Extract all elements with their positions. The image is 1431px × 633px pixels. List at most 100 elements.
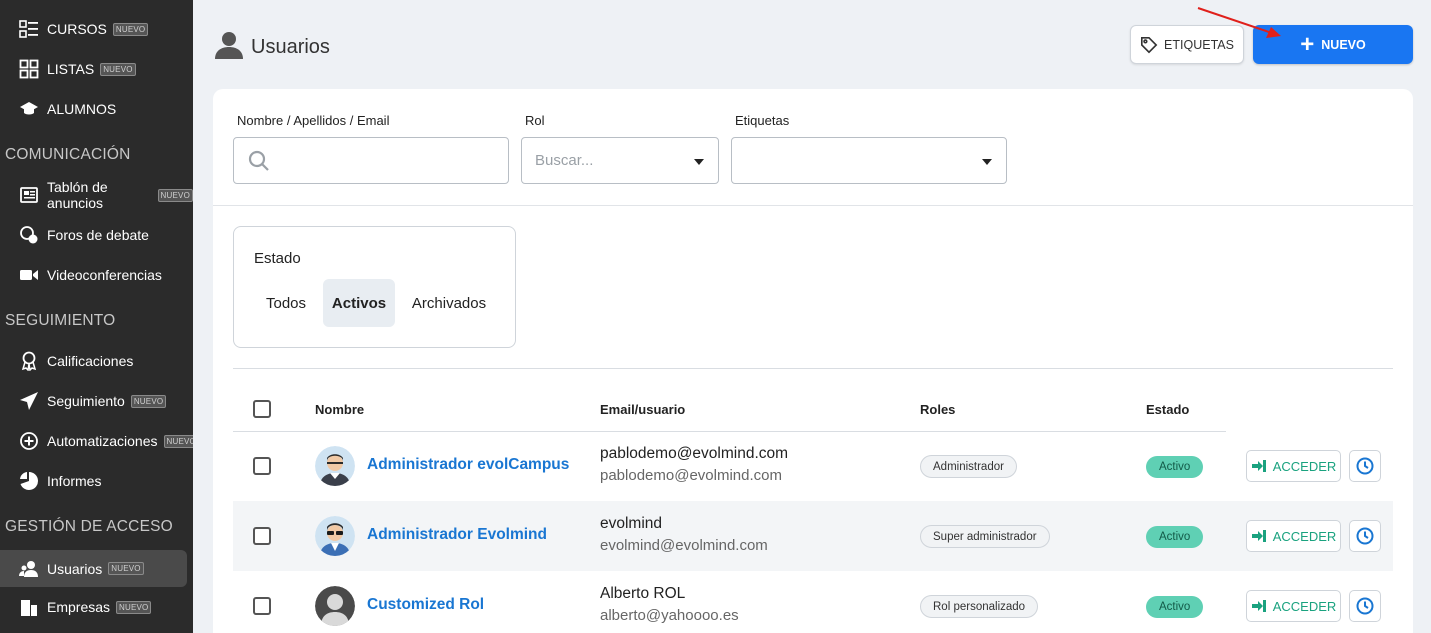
avatar xyxy=(315,586,355,626)
estado-option-activos[interactable]: Activos xyxy=(323,279,395,327)
acceder-button-label: ACCEDER xyxy=(1272,458,1337,474)
history-button[interactable] xyxy=(1349,520,1381,552)
estado-option-todos[interactable]: Todos xyxy=(254,279,318,327)
rol-select[interactable]: Buscar... xyxy=(521,137,719,184)
section-seguimiento: SEGUIMIENTO xyxy=(5,312,116,329)
sidebar-item-label: Automatizaciones xyxy=(47,433,158,449)
sidebar-item-automatizaciones[interactable]: Automatizaciones NUEVO xyxy=(0,423,193,459)
column-header-estado[interactable]: Estado xyxy=(1146,402,1189,417)
estado-option-archivados[interactable]: Archivados xyxy=(400,279,498,327)
sidebar-item-listas[interactable]: LISTAS NUEVO xyxy=(0,51,193,87)
user-name-link[interactable]: Customized Rol xyxy=(367,596,484,614)
new-badge: NUEVO xyxy=(112,22,149,36)
search-icon xyxy=(247,149,271,178)
sign-in-icon xyxy=(1251,600,1266,612)
new-badge: NUEVO xyxy=(130,394,167,408)
etiquetas-select[interactable] xyxy=(731,137,1007,184)
sidebar-item-label: Usuarios xyxy=(47,560,103,577)
rol-select-placeholder: Buscar... xyxy=(535,152,594,169)
new-badge: NUEVO xyxy=(108,562,144,575)
page-title-text: Usuarios xyxy=(251,36,330,58)
sidebar: CURSOS NUEVO LISTAS NUEVO ALUMNOS COMUNI… xyxy=(0,0,193,633)
caret-down-icon xyxy=(982,159,992,165)
etiquetas-button[interactable]: ETIQUETAS xyxy=(1130,25,1244,64)
etiquetas-filter-label: Etiquetas xyxy=(735,113,790,128)
acceder-button-label: ACCEDER xyxy=(1272,598,1337,614)
users-icon xyxy=(19,559,39,579)
avatar xyxy=(315,446,355,486)
avatar xyxy=(315,516,355,556)
column-header-roles[interactable]: Roles xyxy=(920,402,955,417)
user-email-secondary: alberto@yahoooo.es xyxy=(600,607,739,624)
section-comunicacion: COMUNICACIÓN xyxy=(5,146,131,163)
sidebar-item-usuarios[interactable]: Usuarios NUEVO xyxy=(0,550,187,587)
rol-filter-label: Rol xyxy=(525,113,545,128)
sidebar-item-label: LISTAS xyxy=(47,61,95,77)
clock-icon xyxy=(1356,527,1374,545)
sidebar-item-videoconferencias[interactable]: Videoconferencias xyxy=(0,257,193,293)
column-header-nombre[interactable]: Nombre xyxy=(315,402,364,417)
history-button[interactable] xyxy=(1349,450,1381,482)
row-checkbox[interactable] xyxy=(253,457,271,475)
history-button[interactable] xyxy=(1349,590,1381,622)
acceder-button[interactable]: ACCEDER xyxy=(1246,450,1341,482)
grid-icon xyxy=(19,59,39,79)
user-email: pablodemo@evolmind.com xyxy=(600,445,789,462)
sidebar-item-label: Foros de debate xyxy=(47,227,149,243)
select-all-checkbox[interactable] xyxy=(253,400,271,418)
sidebar-item-label: Seguimiento xyxy=(47,393,125,409)
acceder-button[interactable]: ACCEDER xyxy=(1246,590,1341,622)
name-filter-label: Nombre / Apellidos / Email xyxy=(237,113,390,128)
sidebar-item-calificaciones[interactable]: Calificaciones xyxy=(0,343,193,379)
caret-down-icon xyxy=(694,159,704,165)
section-gestion-acceso: GESTIÓN DE ACCESO xyxy=(5,518,173,535)
new-badge: NUEVO xyxy=(163,434,193,448)
status-badge: Activo xyxy=(1146,596,1204,618)
estado-title: Estado xyxy=(254,250,301,267)
page-title: Usuarios xyxy=(214,30,330,65)
name-search-input[interactable] xyxy=(233,137,509,184)
graduation-cap-icon xyxy=(19,99,39,119)
sidebar-item-label: Tablón de anuncios xyxy=(47,179,108,211)
pie-chart-icon xyxy=(19,471,39,491)
divider xyxy=(233,368,1393,369)
sidebar-item-foros[interactable]: Foros de debate xyxy=(0,217,193,253)
sidebar-item-label: CURSOS xyxy=(47,21,107,37)
table-row: Administrador evolCampus pablodemo@evolm… xyxy=(233,431,1393,501)
estado-filter: Estado Todos Activos Archivados xyxy=(233,226,516,348)
user-email-secondary: evolmind@evolmind.com xyxy=(600,537,768,554)
row-checkbox[interactable] xyxy=(253,527,271,545)
list-icon xyxy=(19,19,39,39)
nuevo-button[interactable]: + NUEVO xyxy=(1253,25,1413,64)
tag-icon xyxy=(1141,36,1158,53)
sidebar-item-alumnos[interactable]: ALUMNOS xyxy=(0,91,193,127)
new-badge: NUEVO xyxy=(157,188,193,202)
plus-icon: + xyxy=(1300,30,1315,58)
row-checkbox[interactable] xyxy=(253,597,271,615)
user-email-secondary: pablodemo@evolmind.com xyxy=(600,467,782,484)
acceder-button-label: ACCEDER xyxy=(1272,528,1337,544)
nuevo-button-label: NUEVO xyxy=(1321,37,1366,52)
status-badge: Activo xyxy=(1146,526,1204,548)
acceder-button[interactable]: ACCEDER xyxy=(1246,520,1341,552)
table-row: Administrador Evolmind evolmind evolmind… xyxy=(233,501,1393,571)
user-name-link[interactable]: Administrador evolCampus xyxy=(367,456,569,474)
role-badge: Rol personalizado xyxy=(920,595,1039,618)
role-badge: Super administrador xyxy=(920,525,1050,548)
new-badge: NUEVO xyxy=(100,62,136,76)
sidebar-item-label: Calificaciones xyxy=(47,353,134,369)
new-badge: NUEVO xyxy=(116,600,152,614)
building-icon xyxy=(19,597,39,617)
sidebar-item-empresas[interactable]: Empresas NUEVO xyxy=(0,589,193,625)
role-badge: Administrador xyxy=(920,455,1017,478)
user-name-link[interactable]: Administrador Evolmind xyxy=(367,526,547,544)
sidebar-item-tablon[interactable]: Tablón de anuncios NUEVO xyxy=(0,177,193,213)
clock-icon xyxy=(1356,457,1374,475)
sidebar-item-seguimiento[interactable]: Seguimiento NUEVO xyxy=(0,383,193,419)
column-header-email[interactable]: Email/usuario xyxy=(600,402,685,417)
sidebar-item-informes[interactable]: Informes xyxy=(0,463,193,499)
sidebar-item-cursos[interactable]: CURSOS NUEVO xyxy=(0,11,193,47)
sidebar-item-label: Videoconferencias xyxy=(47,267,162,283)
sidebar-item-label: Empresas xyxy=(47,599,111,615)
divider xyxy=(213,205,1413,206)
